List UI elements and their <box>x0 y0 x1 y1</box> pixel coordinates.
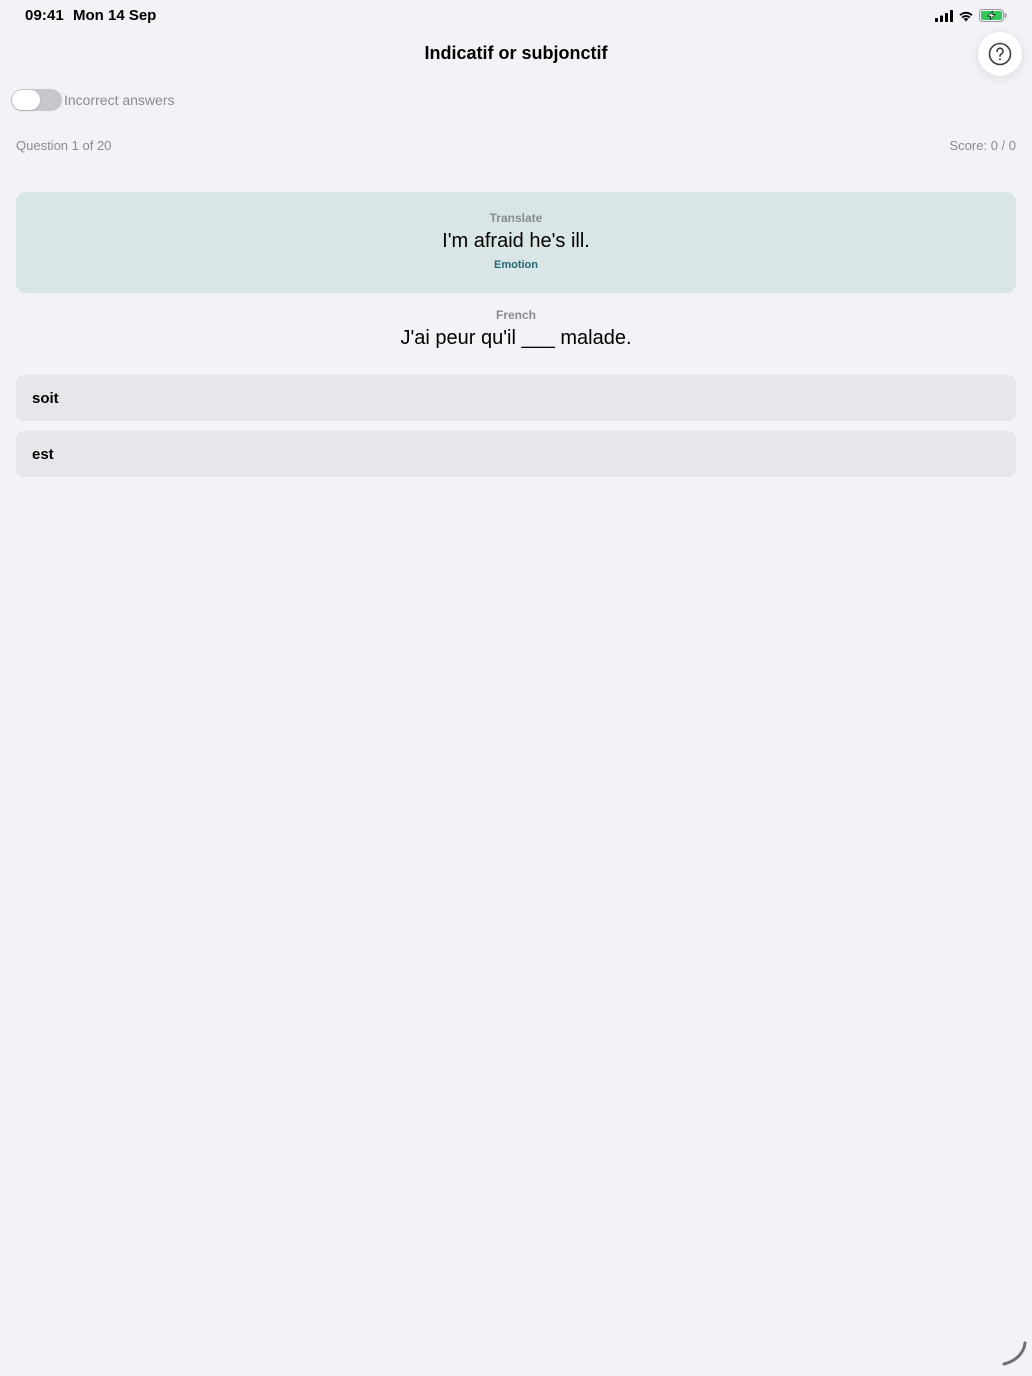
prompt-category: Emotion <box>494 259 538 271</box>
score: Score: 0 / 0 <box>949 138 1016 153</box>
status-bar: 09:41 Mon 14 Sep <box>0 0 1032 32</box>
status-date: Mon 14 Sep <box>73 7 157 24</box>
prompt-card: Translate I'm afraid he's ill. Emotion <box>16 192 1016 293</box>
help-button[interactable] <box>978 32 1022 76</box>
toggle-knob <box>12 90 40 110</box>
target-sentence: J'ai peur qu'il ___ malade. <box>400 327 632 349</box>
answer-option-label: est <box>32 445 54 463</box>
prompt-heading: Translate <box>489 211 543 225</box>
target-heading: French <box>495 308 536 322</box>
page-title: Indicatif or subjonctif <box>424 43 608 63</box>
status-time: 09:41 <box>25 7 64 24</box>
cellular-signal-icon <box>935 9 953 22</box>
toggle-label: Incorrect answers <box>64 92 175 108</box>
status-icons <box>935 9 1007 22</box>
battery-charging-icon <box>979 9 1007 22</box>
incorrect-answers-toggle-row: Incorrect answers <box>11 89 174 111</box>
question-progress: Question 1 of 20 <box>16 138 112 153</box>
answer-option-soit[interactable]: soit <box>16 375 1016 421</box>
prompt-sentence: I'm afraid he's ill. <box>442 230 590 252</box>
question-circle-icon <box>988 42 1012 66</box>
incorrect-answers-toggle[interactable] <box>11 89 62 111</box>
answer-option-label: soit <box>32 389 59 407</box>
resize-corner-icon <box>1002 1341 1027 1366</box>
wifi-icon <box>959 11 973 21</box>
resize-handle[interactable] <box>1002 1341 1028 1372</box>
answer-option-est[interactable]: est <box>16 431 1016 477</box>
